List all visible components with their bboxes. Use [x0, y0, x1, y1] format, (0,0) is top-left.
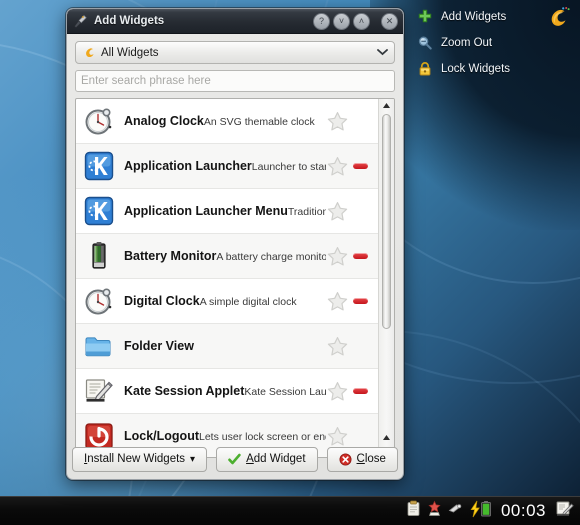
- battery-icon: [84, 241, 114, 271]
- widget-item-description: Kate Session Launcher: [244, 386, 326, 398]
- dialog-body: All Widgets Enter search phrase here Ana…: [67, 34, 403, 458]
- widget-item-name: Kate Session Applet: [124, 384, 245, 398]
- system-tray: 00:03: [405, 499, 580, 523]
- widget-item-name: Digital Clock: [124, 294, 200, 308]
- help-button[interactable]: ?: [313, 12, 330, 30]
- widget-list-item[interactable]: Analog ClockAn SVG themable clock: [76, 99, 378, 144]
- add-widget-button[interactable]: Add Widget: [216, 446, 318, 472]
- widget-list-item[interactable]: Digital ClockA simple digital clock: [76, 279, 378, 324]
- category-filter-combobox[interactable]: All Widgets: [75, 41, 395, 64]
- widget-list-item[interactable]: Battery MonitorA battery charge monitor: [76, 234, 378, 279]
- widget-list-item[interactable]: Application LauncherLauncher to start ap…: [76, 144, 378, 189]
- widget-list-item[interactable]: Kate Session AppletKate Session Launcher: [76, 369, 378, 414]
- checkmark-icon: [228, 453, 241, 466]
- category-filter-value: All Widgets: [101, 46, 159, 59]
- widget-item-text: Kate Session AppletKate Session Launcher: [114, 382, 326, 400]
- widget-item-text: Application LauncherLauncher to start ap…: [114, 157, 326, 175]
- device-icon[interactable]: [447, 500, 464, 522]
- widget-list-item[interactable]: Folder View: [76, 324, 378, 369]
- plasma-icon: [82, 46, 96, 60]
- search-placeholder: Enter search phrase here: [81, 75, 211, 87]
- favorite-star-icon[interactable]: [326, 381, 348, 402]
- klipper-icon[interactable]: [426, 500, 443, 522]
- minus-icon[interactable]: [352, 298, 368, 304]
- remove-widget-button[interactable]: [348, 253, 372, 259]
- toolbox-item-label: Add Widgets: [441, 10, 507, 23]
- favorite-star-icon[interactable]: [326, 291, 348, 312]
- favorite-star-icon[interactable]: [326, 111, 348, 132]
- analog-clock-icon: [84, 286, 114, 316]
- clock-widget[interactable]: 00:03: [498, 501, 551, 521]
- install-new-widgets-button[interactable]: Install New Widgets ▾: [72, 446, 208, 472]
- close-label-rest: lose: [364, 453, 386, 465]
- remove-widget-button[interactable]: [348, 298, 372, 304]
- desktop-toolbox-menu: Add Widgets Zoom Out Lock Widgets: [412, 4, 570, 82]
- analog-clock-icon: [84, 106, 114, 136]
- add-widgets-dialog: Add Widgets ? ˅ ˄ ✕ All Widgets Enter se…: [66, 8, 404, 480]
- dialog-title: Add Widgets: [94, 15, 165, 27]
- folder-icon: [84, 331, 114, 361]
- dialog-titlebar[interactable]: Add Widgets ? ˅ ˄ ✕: [67, 9, 403, 34]
- widget-item-description: An SVG themable clock: [203, 116, 315, 128]
- close-button[interactable]: ✕: [381, 12, 398, 30]
- widget-item-text: Folder View: [114, 337, 326, 355]
- widget-item-name: Folder View: [124, 339, 194, 353]
- minus-icon[interactable]: [352, 253, 368, 259]
- widget-item-description: Traditional menu based application launc…: [287, 206, 326, 218]
- favorite-star-icon[interactable]: [326, 336, 348, 357]
- scroll-up-arrow-icon[interactable]: [382, 99, 391, 112]
- widget-item-text: Application Launcher MenuTraditional men…: [114, 202, 326, 220]
- favorite-star-icon[interactable]: [326, 201, 348, 222]
- remove-widget-button[interactable]: [348, 163, 372, 169]
- toolbox-item-label: Zoom Out: [441, 36, 493, 49]
- widget-brush-icon: [72, 13, 89, 30]
- favorite-star-icon[interactable]: [326, 156, 348, 177]
- minus-icon[interactable]: [352, 163, 368, 169]
- widget-list-scrollbar[interactable]: [378, 99, 394, 457]
- kate-icon[interactable]: [555, 499, 574, 523]
- toolbox-item-zoom-out[interactable]: Zoom Out: [412, 30, 562, 55]
- install-label-rest: nstall New Widgets: [87, 453, 186, 465]
- widget-item-text: Digital ClockA simple digital clock: [114, 292, 326, 310]
- widget-item-description: A battery charge monitor: [216, 251, 326, 263]
- chevron-down-icon: [377, 47, 388, 59]
- toolbox-item-label: Lock Widgets: [441, 62, 511, 75]
- widget-item-name: Analog Clock: [124, 114, 204, 128]
- widget-item-name: Battery Monitor: [124, 249, 217, 263]
- favorite-star-icon[interactable]: [326, 246, 348, 267]
- remove-widget-button[interactable]: [348, 388, 372, 394]
- widget-item-text: Analog ClockAn SVG themable clock: [114, 112, 326, 130]
- widget-item-text: Battery MonitorA battery charge monitor: [114, 247, 326, 265]
- widget-item-name: Application Launcher Menu: [124, 204, 288, 218]
- battery-charging-icon[interactable]: [468, 500, 494, 523]
- dialog-button-bar: Install New Widgets ▾ Add Widget Close: [67, 439, 403, 479]
- widget-list-container: Analog ClockAn SVG themable clock Applica…: [75, 98, 395, 458]
- widget-item-description: A simple digital clock: [199, 296, 297, 308]
- minus-icon[interactable]: [352, 388, 368, 394]
- toolbox-item-add-widgets[interactable]: Add Widgets: [412, 4, 562, 29]
- kate-icon: [84, 376, 114, 406]
- widget-item-description: Launcher to start applications: [251, 161, 326, 173]
- magnifier-icon: [412, 35, 438, 51]
- widget-list-item[interactable]: Application Launcher MenuTraditional men…: [76, 189, 378, 234]
- add-label-rest: dd Widget: [253, 453, 306, 465]
- widget-item-name: Application Launcher: [124, 159, 252, 173]
- padlock-icon: [412, 61, 438, 77]
- scrollbar-thumb[interactable]: [382, 114, 391, 329]
- clipboard-icon[interactable]: [405, 500, 422, 522]
- widget-list: Analog ClockAn SVG themable clock Applica…: [76, 99, 378, 457]
- kde-k-icon: [84, 151, 114, 181]
- shade-down-button[interactable]: ˅: [333, 12, 350, 30]
- plus-icon: [412, 9, 438, 25]
- close-dialog-button[interactable]: Close: [326, 446, 398, 472]
- toolbox-item-lock-widgets[interactable]: Lock Widgets: [412, 56, 562, 81]
- cashew-moon-icon[interactable]: [543, 5, 571, 33]
- taskbar: 00:03: [0, 496, 580, 525]
- kde-k-icon: [84, 196, 114, 226]
- search-input[interactable]: Enter search phrase here: [75, 70, 395, 92]
- chevron-down-icon: ▾: [190, 453, 196, 465]
- close-circle-icon: [339, 453, 352, 466]
- scrollbar-track[interactable]: [379, 112, 394, 431]
- shade-up-button[interactable]: ˄: [353, 12, 370, 30]
